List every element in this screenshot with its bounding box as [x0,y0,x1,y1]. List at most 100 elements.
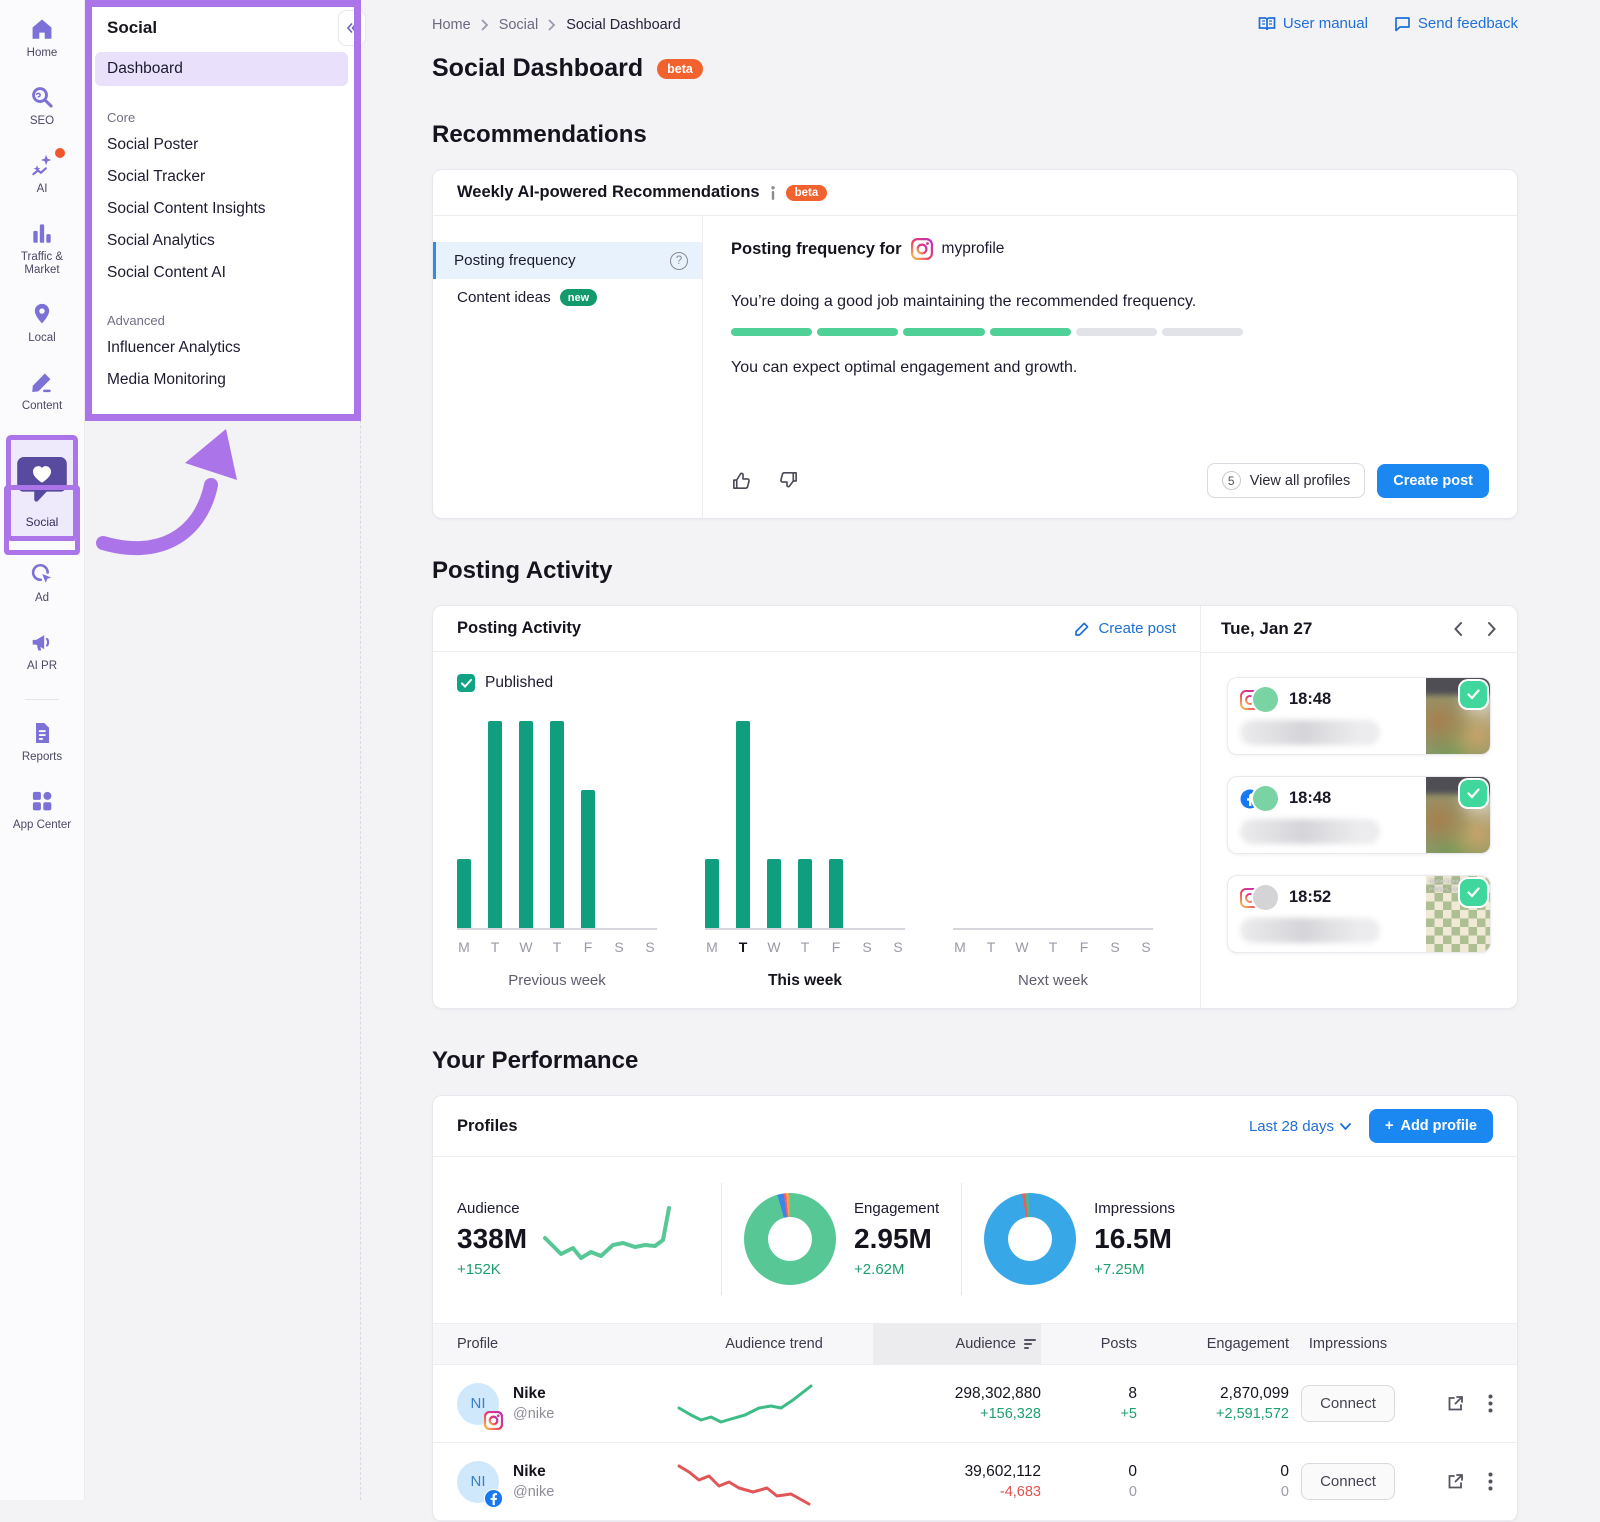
connect-button[interactable]: Connect [1301,1385,1395,1422]
bar [705,859,719,928]
sidebar-item-home[interactable]: Home [3,16,81,60]
post-time: 18:48 [1289,690,1331,709]
frequency-progress-bar [731,328,1243,336]
thumbs-down-icon[interactable] [778,470,799,491]
published-checkbox-checked[interactable] [457,674,475,692]
sidebar-item-ad[interactable]: Ad [3,561,81,605]
sidebar-item-seo[interactable]: SEO [3,84,81,128]
breadcrumb-home[interactable]: Home [432,17,471,33]
bar [581,790,595,928]
post-item[interactable]: 18:52 mate in exac 2 moves, but ho [1227,875,1491,953]
published-filter[interactable]: Published [457,674,1176,692]
send-feedback-link[interactable]: Send feedback [1394,15,1518,32]
menu-item-social-poster[interactable]: Social Poster [85,129,360,161]
tab-content-ideas[interactable]: Content ideas new [433,279,702,316]
day-label: M [953,939,967,955]
post-item[interactable]: 18:48 [1227,776,1491,854]
prev-day-chevron-icon[interactable] [1453,621,1463,637]
menu-item-dashboard[interactable]: Dashboard [95,52,348,86]
sidebar-item-label: App Center [13,819,71,832]
audience-trend-sparkline-up [675,1380,873,1428]
info-icon[interactable] [770,186,776,200]
external-link-icon[interactable] [1447,1473,1464,1490]
help-icon[interactable]: ? [670,252,688,270]
menu-item-social-content-insights[interactable]: Social Content Insights [85,193,360,225]
view-all-profiles-button[interactable]: 5 View all profiles [1207,463,1365,498]
day-labels: MTWTFSS [457,939,657,955]
bar [829,859,843,928]
kebab-menu-icon[interactable] [1488,1394,1493,1413]
stat-audience: Audience 338M +152K [457,1198,699,1280]
bar [519,721,533,928]
day-labels: MTWTFSS [953,939,1153,955]
chevron-right-icon [481,19,489,31]
kebab-menu-icon[interactable] [1488,1472,1493,1491]
progress-segment [817,328,898,336]
posts-value: 0 [1041,1463,1137,1481]
next-day-chevron-icon[interactable] [1487,621,1497,637]
table-row-nike-instagram[interactable]: NI Nike @nike 298,302,880 +156,328 8 +5 [433,1365,1517,1443]
beta-badge: beta [657,59,703,79]
sidebar-item-content[interactable]: Content [3,369,81,413]
profiles-table-header: Profile Audience trend Audience Posts En… [433,1323,1517,1365]
day-label: T [798,939,812,955]
blurred-post-text [1240,819,1380,844]
recommendations-section-title: Recommendations [432,121,1518,149]
menu-item-social-tracker[interactable]: Social Tracker [85,161,360,193]
post-item[interactable]: 18:48 [1227,677,1491,755]
profile-name: Nike [513,1463,554,1481]
column-engagement[interactable]: Engagement [1137,1324,1289,1364]
sidebar-item-traffic-market[interactable]: Traffic & Market [3,220,81,277]
week-label: Previous week [457,972,657,989]
sidebar-item-reports[interactable]: Reports [3,720,81,764]
sidebar-item-local[interactable]: Local [3,301,81,345]
menu-section-core: Core [107,110,360,125]
create-post-button[interactable]: Create post [1377,464,1489,498]
create-post-link[interactable]: Create post [1074,620,1176,637]
check-icon [461,679,472,688]
social-menu: Social Dashboard Core Social Poster Soci… [85,0,360,421]
book-icon [1258,16,1276,32]
menu-item-social-content-ai[interactable]: Social Content AI [85,257,360,289]
progress-segment [903,328,984,336]
sidebar-item-app-center[interactable]: App Center [3,788,81,832]
recommendation-tabs: Posting frequency ? Content ideas new [433,216,703,518]
column-impressions[interactable]: Impressions [1289,1324,1407,1364]
menu-item-influencer-analytics[interactable]: Influencer Analytics [85,332,360,364]
date-range-dropdown[interactable]: Last 28 days [1249,1118,1351,1135]
sidebar-item-ai-pr[interactable]: AI PR [3,629,81,673]
menu-item-social-analytics[interactable]: Social Analytics [85,225,360,257]
external-link-icon[interactable] [1447,1395,1464,1412]
column-posts[interactable]: Posts [1041,1324,1137,1364]
thumbs-up-icon[interactable] [731,470,752,491]
stat-impressions: Impressions 16.5M +7.25M [984,1193,1175,1285]
published-check-badge [1460,681,1487,708]
audience-value: 39,602,112 [873,1463,1041,1481]
menu-item-media-monitoring[interactable]: Media Monitoring [85,364,360,396]
bar [798,859,812,928]
sidebar-item-ai[interactable]: AI [3,152,81,196]
add-profile-button[interactable]: + Add profile [1369,1109,1493,1143]
post-time: 18:48 [1289,789,1331,808]
bar [550,721,564,928]
profile-name: myprofile [942,240,1005,258]
recommendations-card: Weekly AI-powered Recommendations beta P… [432,169,1518,519]
collapse-panel-button[interactable] [338,10,366,46]
profile-avatar [1253,885,1278,910]
sort-descending-icon [1023,1338,1037,1350]
day-posts-panel: Tue, Jan 27 18:48 [1201,606,1517,1008]
breadcrumb-current: Social Dashboard [566,17,680,33]
chevron-right-icon [548,19,556,31]
profile-avatar [1253,786,1278,811]
breadcrumb-social[interactable]: Social [499,17,539,33]
day-label: F [1077,939,1091,955]
sidebar-item-social-selected[interactable]: Social [6,435,78,541]
connect-button[interactable]: Connect [1301,1463,1395,1500]
summary-stats: Audience 338M +152K Engagement 2.95M +2.… [433,1157,1517,1323]
week-label: This week [705,972,905,990]
table-row-nike-facebook[interactable]: NI Nike @nike 39,602,112 -4,683 0 0 0 [433,1443,1517,1521]
tab-posting-frequency[interactable]: Posting frequency ? [433,242,702,279]
divider [961,1183,962,1295]
column-audience-sorted[interactable]: Audience [873,1324,1041,1364]
user-manual-link[interactable]: User manual [1258,15,1368,32]
